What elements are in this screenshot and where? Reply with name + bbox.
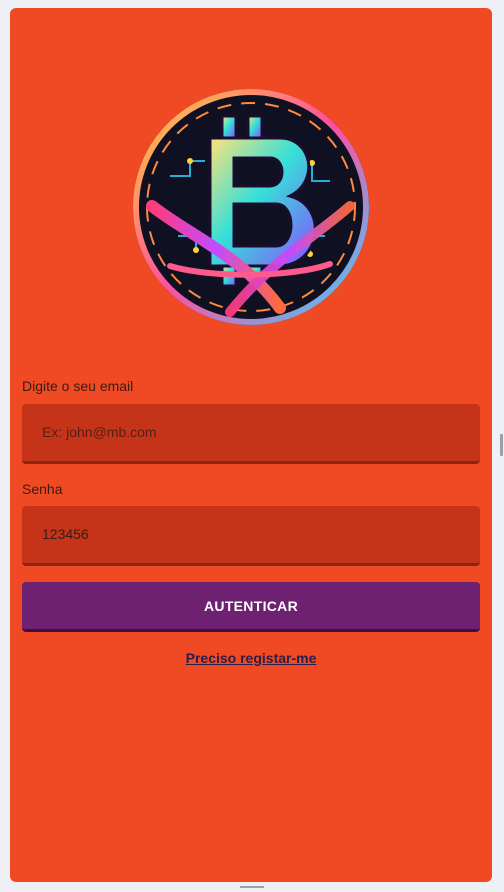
email-label: Digite o seu email bbox=[22, 378, 134, 394]
email-field[interactable] bbox=[22, 404, 480, 460]
email-field-container[interactable] bbox=[22, 404, 480, 464]
login-card: Digite o seu email Senha AUTENTICAR Prec… bbox=[10, 8, 492, 882]
authenticate-button[interactable]: AUTENTICAR bbox=[22, 582, 480, 632]
password-label: Senha bbox=[22, 481, 63, 497]
resize-handle[interactable] bbox=[500, 434, 503, 456]
register-link[interactable]: Preciso registar-me bbox=[10, 650, 492, 666]
password-field-container[interactable] bbox=[22, 506, 480, 566]
password-field[interactable] bbox=[22, 506, 480, 562]
bottom-drag-handle[interactable] bbox=[240, 886, 264, 888]
bitcoin-logo-icon bbox=[133, 89, 369, 325]
